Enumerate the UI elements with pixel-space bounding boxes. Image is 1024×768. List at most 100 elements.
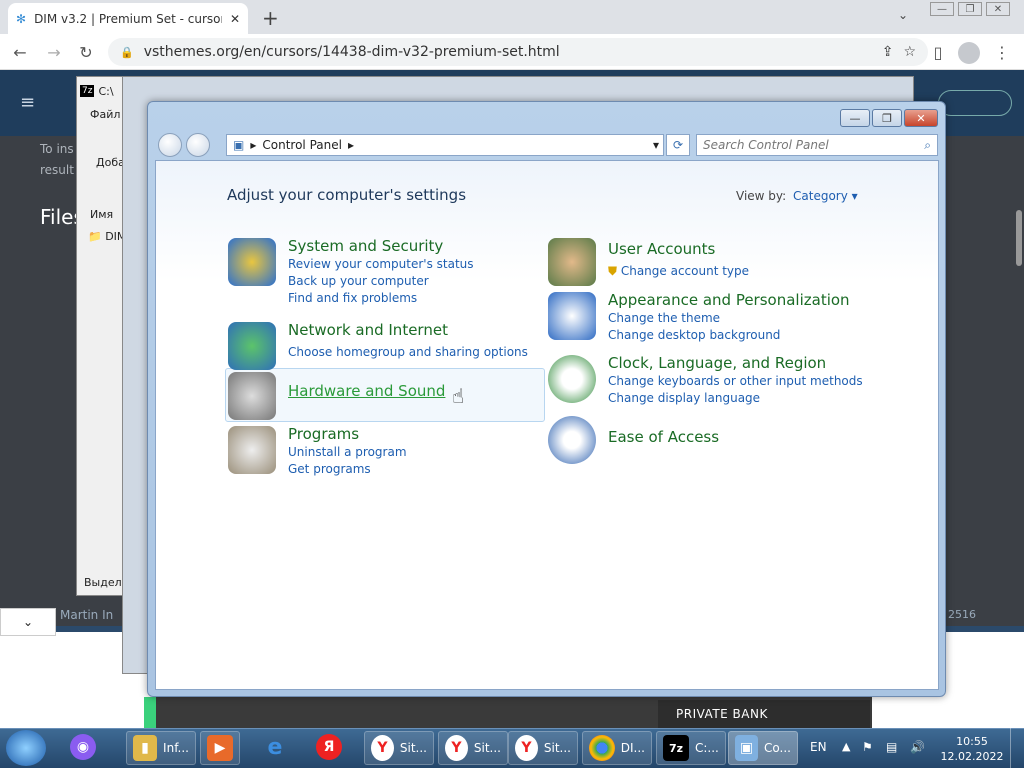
ie-icon[interactable]: e	[262, 734, 288, 760]
green-bar	[144, 697, 156, 728]
tray-expand-icon[interactable]: ▲	[842, 740, 850, 753]
back-icon[interactable]: ←	[8, 40, 32, 64]
hand-cursor-icon: ☝	[452, 384, 465, 408]
page-title: Adjust your computer's settings	[227, 186, 467, 204]
site-author: Martin In	[60, 608, 114, 622]
user-accounts-icon	[548, 238, 596, 286]
url-text: vsthemes.org/en/cursors/14438-dim-v32-pr…	[143, 44, 560, 60]
clock-globe-icon	[548, 355, 596, 403]
taskbar-item-yandex-1[interactable]: Y Sit...	[364, 731, 434, 765]
7zip-add-button[interactable]: Доба	[96, 156, 125, 169]
minimize-icon[interactable]: —	[930, 2, 954, 16]
7zip-icon: 7z	[663, 735, 689, 761]
7zip-column-name[interactable]: Имя	[90, 208, 113, 221]
link-change-account-type[interactable]: ⛊ Change account type	[608, 264, 749, 279]
control-panel-icon: ▣	[735, 735, 759, 761]
tab-title: DIM v3.2 | Premium Set - cursors	[34, 11, 222, 26]
category-ease-of-access[interactable]: Ease of Access	[608, 428, 719, 446]
close-icon[interactable]: ✕	[986, 2, 1010, 16]
address-dropdown-icon[interactable]: ▾	[653, 138, 663, 152]
link-backup[interactable]: Back up your computer	[288, 274, 429, 288]
back-button[interactable]	[158, 133, 182, 157]
shield-icon	[228, 238, 276, 286]
link-desktop-background[interactable]: Change desktop background	[608, 328, 780, 342]
site-text: result	[40, 163, 74, 177]
tab-close-icon[interactable]: ✕	[230, 12, 240, 26]
start-button[interactable]	[6, 730, 46, 766]
reload-icon[interactable]: ↻	[74, 40, 98, 64]
taskbar-item-control-panel[interactable]: ▣ Co...	[728, 731, 798, 765]
hamburger-icon[interactable]: ≡	[20, 92, 35, 113]
link-get-programs[interactable]: Get programs	[288, 462, 371, 476]
action-center-icon[interactable]: ⚑	[862, 740, 873, 754]
browser-tab[interactable]: ✻ DIM v3.2 | Premium Set - cursors ✕	[8, 3, 248, 34]
window-controls: — ❐ ✕	[930, 2, 1020, 20]
cp-close-button[interactable]: ✕	[904, 109, 938, 127]
link-keyboards[interactable]: Change keyboards or other input methods	[608, 374, 863, 388]
category-clock-language[interactable]: Clock, Language, and Region	[608, 354, 826, 372]
link-change-theme[interactable]: Change the theme	[608, 311, 720, 325]
cp-address-bar[interactable]: ▣ ▸ Control Panel ▸ ▾	[226, 134, 664, 156]
site-count: 2516	[948, 608, 976, 621]
system-clock[interactable]: 10:55 12.02.2022	[940, 734, 1004, 764]
7zip-menu-file[interactable]: Файл	[90, 108, 120, 121]
forward-icon[interactable]: →	[42, 40, 66, 64]
programs-disc-icon	[228, 426, 276, 474]
ease-of-access-icon	[548, 416, 596, 464]
collapse-chevron-icon[interactable]: ⌄	[0, 608, 56, 636]
sign-in-button[interactable]	[938, 90, 1012, 116]
address-bar[interactable]: 🔒 vsthemes.org/en/cursors/14438-dim-v32-…	[108, 38, 928, 66]
7zip-folder-item[interactable]: 📁 DIM	[88, 230, 126, 243]
language-indicator[interactable]: EN	[810, 740, 827, 754]
profile-avatar[interactable]	[958, 42, 980, 64]
link-review-status[interactable]: Review your computer's status	[288, 257, 474, 271]
side-panel-icon[interactable]: ▯	[926, 40, 950, 64]
site-text: To ins	[40, 142, 74, 156]
yandex-browser-icon: Y	[515, 735, 538, 761]
taskbar-item-yandex-3[interactable]: Y Sit...	[508, 731, 578, 765]
page-scrollbar[interactable]	[1016, 210, 1022, 266]
tab-search-icon[interactable]: ⌄	[898, 8, 908, 22]
category-system-security[interactable]: System and Security	[288, 237, 443, 255]
show-desktop-button[interactable]	[1010, 728, 1024, 768]
yandex-icon[interactable]: Я	[316, 734, 342, 760]
view-by-dropdown[interactable]: Category ▾	[793, 189, 858, 203]
volume-icon[interactable]: 🔊	[910, 740, 925, 754]
refresh-icon[interactable]: ⟳	[666, 134, 690, 156]
link-homegroup[interactable]: Choose homegroup and sharing options	[288, 345, 528, 359]
network-icon[interactable]: ▤	[886, 740, 897, 754]
control-panel-icon: ▣	[233, 138, 245, 152]
breadcrumb-control-panel[interactable]: Control Panel	[262, 138, 342, 152]
category-hardware-sound[interactable]: Hardware and Sound	[288, 382, 445, 400]
clock-date: 12.02.2022	[940, 750, 1004, 763]
taskbar-item-7zip[interactable]: 7z C:...	[656, 731, 726, 765]
7zip-status: Выдел	[84, 576, 122, 589]
link-display-language[interactable]: Change display language	[608, 391, 760, 405]
category-appearance[interactable]: Appearance and Personalization	[608, 291, 850, 309]
yandex-browser-icon: Y	[371, 735, 394, 761]
cp-maximize-button[interactable]: ❐	[872, 109, 902, 127]
appearance-monitor-icon	[548, 292, 596, 340]
taskbar-item-chrome[interactable]: DI...	[582, 731, 652, 765]
link-uninstall[interactable]: Uninstall a program	[288, 445, 407, 459]
site-favicon-icon: ✻	[16, 11, 27, 26]
bookmark-star-icon[interactable]: ☆	[903, 44, 916, 60]
clock-time: 10:55	[956, 735, 988, 748]
menu-kebab-icon[interactable]: ⋮	[990, 40, 1014, 64]
taskbar-item-media[interactable]: ▶	[200, 731, 240, 765]
network-globe-icon	[228, 322, 276, 370]
category-network-internet[interactable]: Network and Internet	[288, 321, 448, 339]
taskbar-item-explorer[interactable]: ▮ Inf...	[126, 731, 196, 765]
alice-icon[interactable]: ◉	[70, 734, 96, 760]
cp-search-input[interactable]: Search Control Panel ⌕	[696, 134, 938, 156]
taskbar-item-yandex-2[interactable]: Y Sit...	[438, 731, 508, 765]
link-find-fix[interactable]: Find and fix problems	[288, 291, 417, 305]
chrome-icon	[589, 735, 615, 761]
maximize-icon[interactable]: ❐	[958, 2, 982, 16]
category-programs[interactable]: Programs	[288, 425, 359, 443]
cp-minimize-button[interactable]: —	[840, 109, 870, 127]
category-user-accounts[interactable]: User Accounts	[608, 240, 715, 258]
forward-button[interactable]	[186, 133, 210, 157]
new-tab-icon[interactable]: +	[262, 6, 279, 30]
share-icon[interactable]: ⇪	[882, 44, 894, 60]
